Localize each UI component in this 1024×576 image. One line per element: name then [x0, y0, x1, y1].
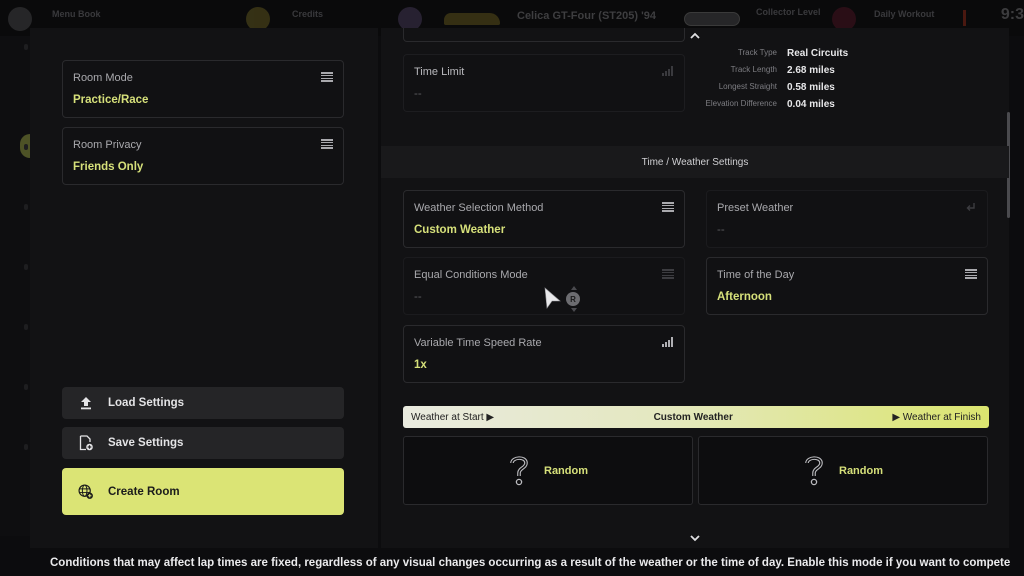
room-mode-value: Practice/Race: [73, 94, 149, 106]
previous-setting-card-edge: [403, 28, 685, 42]
help-text: Conditions that may affect lap times are…: [50, 557, 1011, 569]
equal-conditions-value: --: [414, 291, 422, 303]
stick-up-arrow-icon: [571, 286, 577, 290]
notification-indicator: [963, 10, 966, 26]
background-dot: [24, 204, 28, 210]
preset-weather-label: Preset Weather: [717, 202, 794, 214]
track-type-value: Real Circuits: [787, 48, 849, 59]
weather-finish-slot[interactable]: Random: [698, 436, 988, 505]
weather-start-value: Random: [544, 464, 588, 477]
track-type-row: Track Type Real Circuits: [681, 48, 848, 59]
list-icon: [321, 139, 333, 149]
stick-down-arrow-icon: [571, 308, 577, 312]
scroll-up-chevron-icon[interactable]: [690, 31, 700, 41]
clock: 9:3: [1000, 6, 1024, 23]
longest-straight-value: 0.58 miles: [787, 82, 835, 93]
weather-method-setting[interactable]: Weather Selection Method Custom Weather: [403, 190, 685, 248]
background-dot: [24, 384, 28, 390]
room-mode-setting[interactable]: Room Mode Practice/Race: [62, 60, 344, 118]
time-of-day-setting[interactable]: Time of the Day Afternoon: [706, 257, 988, 315]
background-dot: [24, 144, 28, 150]
enter-return-icon: [966, 203, 975, 211]
load-settings-button[interactable]: Load Settings: [62, 387, 344, 419]
longest-straight-key: Longest Straight: [718, 82, 777, 91]
weather-start-slot[interactable]: Random: [403, 436, 693, 505]
save-file-icon: [78, 435, 94, 451]
car-pp-badge: [684, 12, 740, 26]
upload-icon: [78, 395, 94, 411]
list-icon: [662, 202, 674, 212]
elevation-difference-value: 0.04 miles: [787, 99, 835, 110]
room-privacy-label: Room Privacy: [73, 139, 142, 151]
track-length-key: Track Length: [730, 65, 777, 74]
weather-method-label: Weather Selection Method: [414, 202, 544, 214]
weather-method-value: Custom Weather: [414, 224, 506, 236]
globe-add-icon: [78, 483, 94, 500]
room-privacy-setting[interactable]: Room Privacy Friends Only: [62, 127, 344, 185]
load-settings-label: Load Settings: [108, 397, 185, 409]
credits-label: Credits: [292, 8, 324, 19]
profile-label: Menu Book: [52, 8, 101, 19]
create-room-label: Create Room: [108, 485, 180, 498]
elevation-difference-key: Elevation Difference: [705, 99, 777, 108]
time-limit-setting[interactable]: Time Limit --: [403, 54, 685, 112]
signal-bars-icon: [662, 337, 674, 347]
longest-straight-row: Longest Straight 0.58 miles: [681, 82, 835, 93]
list-icon: [321, 72, 333, 82]
weather-at-finish-label: ▶ Weather at Finish: [892, 411, 981, 423]
weather-finish-value: Random: [839, 464, 883, 477]
create-room-button[interactable]: Create Room: [62, 468, 344, 515]
background-sidebar: [0, 36, 30, 536]
profile-avatar-icon: [8, 7, 32, 31]
room-settings-panel: Room Mode Practice/Race Room Privacy Fri…: [30, 28, 378, 548]
room-privacy-value: Friends Only: [73, 161, 144, 173]
section-header: Time / Weather Settings: [381, 146, 1009, 178]
background-dot: [24, 44, 28, 50]
race-settings-panel: Time Limit -- Track Type Real Circuits T…: [381, 28, 1010, 548]
workout-label: Daily Workout: [874, 8, 935, 19]
background-dot: [24, 444, 28, 450]
time-limit-value: --: [414, 88, 422, 100]
equal-conditions-label: Equal Conditions Mode: [414, 269, 528, 281]
preset-weather-value: --: [717, 224, 725, 236]
signal-bars-icon: [662, 66, 674, 76]
car-thumbnail: [444, 13, 500, 25]
room-mode-label: Room Mode: [73, 72, 133, 84]
preset-weather-setting[interactable]: Preset Weather --: [706, 190, 988, 248]
right-stick-badge: R: [566, 292, 580, 306]
save-settings-button[interactable]: Save Settings: [62, 427, 344, 459]
time-speed-value: 1x: [414, 359, 427, 371]
time-speed-label: Variable Time Speed Rate: [414, 337, 542, 349]
time-of-day-value: Afternoon: [717, 291, 772, 303]
save-settings-label: Save Settings: [108, 437, 184, 449]
elevation-difference-row: Elevation Difference 0.04 miles: [681, 99, 835, 110]
weather-timeline-bar: Weather at Start ▶ Custom Weather ▶ Weat…: [403, 406, 989, 428]
time-of-day-label: Time of the Day: [717, 269, 795, 281]
background-dot: [24, 264, 28, 270]
track-length-row: Track Length 2.68 miles: [681, 65, 835, 76]
cursor-pointer-icon: [544, 287, 561, 309]
weather-at-start-label: Weather at Start ▶: [411, 411, 495, 423]
track-length-value: 2.68 miles: [787, 65, 835, 76]
scroll-down-chevron-icon[interactable]: [690, 533, 700, 543]
time-speed-setting[interactable]: Variable Time Speed Rate 1x: [403, 325, 685, 383]
track-type-key: Track Type: [737, 48, 777, 57]
background-dot: [24, 324, 28, 330]
collector-label: Collector Level: [756, 7, 821, 17]
question-icon: [805, 455, 823, 485]
weather-bar-title: Custom Weather: [653, 411, 733, 423]
section-title: Time / Weather Settings: [641, 156, 749, 168]
car-name: Celica GT-Four (ST205) '94: [517, 10, 656, 22]
list-icon: [662, 269, 674, 279]
time-limit-label: Time Limit: [414, 66, 465, 78]
collector-section: Collector Level: [756, 7, 821, 28]
list-icon: [965, 269, 977, 279]
question-icon: [510, 455, 528, 485]
